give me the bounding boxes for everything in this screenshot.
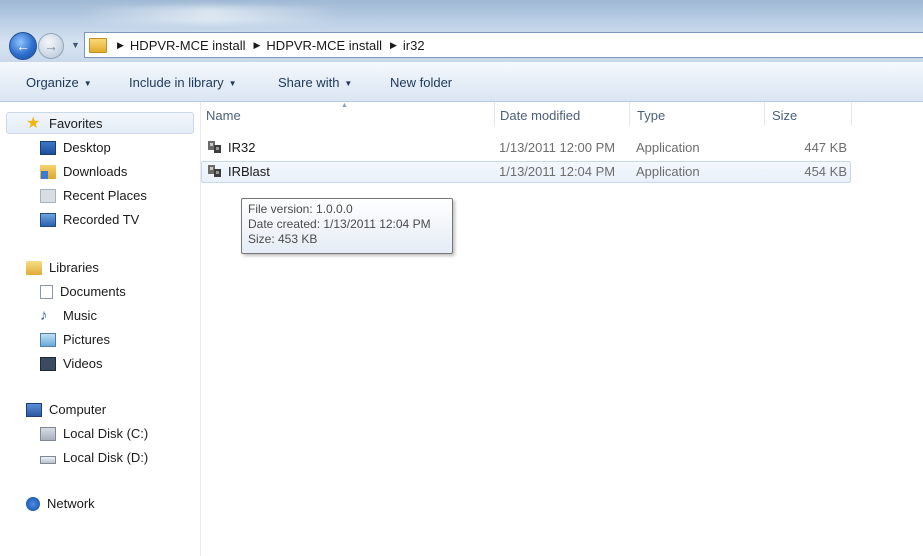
column-header-date-modified[interactable]: Date modified [500,108,580,123]
share-with-label: Share with [278,75,340,90]
nav-label: Recorded TV [63,212,140,227]
nav-recorded-tv[interactable]: Recorded TV [40,212,139,227]
file-type: Application [636,164,700,179]
nav-label: Documents [60,284,126,299]
videos-icon [40,356,56,371]
tooltip-file-version: File version: 1.0.0.0 [248,202,353,216]
nav-label: Network [47,496,95,511]
file-date-modified: 1/13/2011 12:04 PM [499,164,616,179]
nav-label: Local Disk (D:) [63,450,149,465]
chevron-down-icon: ▼ [83,79,92,89]
nav-label: Computer [49,402,107,417]
file-size: 454 KB [804,164,847,179]
file-size: 447 KB [804,140,847,155]
organize-button[interactable]: Organize ▼ [26,75,92,90]
file-date-modified: 1/13/2011 12:00 PM [499,140,616,155]
nav-documents[interactable]: Documents [40,284,126,299]
nav-label: Local Disk (C:) [63,426,149,441]
application-icon [207,139,223,155]
desktop-icon [40,140,56,155]
tooltip-size: Size: 453 KB [248,232,318,246]
nav-label: Downloads [63,164,128,179]
nav-label: Recent Places [63,188,147,203]
network-icon [26,496,40,511]
navigation-pane: ★ Favorites Desktop Downloads Recent Pla… [0,102,201,556]
organize-label: Organize [26,75,79,90]
nav-desktop[interactable]: Desktop [40,140,111,155]
new-folder-label: New folder [390,75,453,90]
nav-label: Libraries [49,260,99,275]
tv-icon [40,212,56,227]
file-type: Application [636,140,700,155]
folder-icon [89,37,107,53]
back-button[interactable]: ← [9,32,37,60]
column-divider[interactable] [629,102,630,126]
include-in-library-label: Include in library [129,75,224,90]
command-bar: Organize ▼ Include in library ▼ Share with… [0,62,923,102]
include-in-library-button[interactable]: Include in library ▼ [129,75,237,90]
breadcrumb-item[interactable]: HDPVR-MCE install [266,38,382,53]
nav-recent-places[interactable]: Recent Places [40,188,147,203]
chevron-down-icon: ▼ [344,79,353,89]
column-divider[interactable] [764,102,765,126]
system-drive-icon [40,426,56,441]
nav-local-disk-d[interactable]: Local Disk (D:) [40,450,148,465]
nav-local-disk-c[interactable]: Local Disk (C:) [40,426,148,441]
nav-music[interactable]: ♪ Music [40,306,97,324]
tooltip-date-created: Date created: 1/13/2011 12:04 PM [248,217,431,231]
table-row[interactable]: IR32 1/13/2011 12:00 PM Application 447 … [201,137,851,159]
address-bar[interactable]: ▶ HDPVR-MCE install ▶ HDPVR-MCE install … [84,32,923,58]
share-with-button[interactable]: Share with ▼ [278,75,352,90]
libraries-icon [26,260,42,275]
application-icon [207,163,223,179]
nav-label: Pictures [63,332,110,347]
forward-arrow-icon: → [44,38,58,54]
breadcrumb-item[interactable]: ir32 [403,38,425,53]
nav-libraries[interactable]: Libraries [26,260,99,275]
file-list: ▲ Name Date modified Type Size IR32 1/13… [201,102,923,556]
file-info-tooltip: File version: 1.0.0.0 Date created: 1/13… [241,198,453,254]
downloads-folder-icon [40,164,56,179]
nav-computer[interactable]: Computer [26,402,107,417]
window-titlebar: ← → ▼ ▶ HDPVR-MCE install ▶ HDPVR-MCE in… [0,0,923,62]
chevron-right-icon[interactable]: ▶ [390,40,397,51]
music-note-icon: ♪ [40,306,48,324]
table-row[interactable]: IRBlast 1/13/2011 12:04 PM Application 4… [201,161,851,183]
recent-places-icon [40,188,56,203]
computer-icon [26,402,42,417]
breadcrumb-item[interactable]: HDPVR-MCE install [130,38,246,53]
nav-downloads[interactable]: Downloads [40,164,127,179]
recent-pages-dropdown[interactable]: ▼ [71,40,80,50]
chevron-right-icon[interactable]: ▶ [117,40,124,51]
column-divider[interactable] [494,102,495,126]
nav-favorites[interactable]: ★ Favorites [26,114,103,132]
nav-network[interactable]: Network [26,496,95,511]
nav-pictures[interactable]: Pictures [40,332,110,347]
new-folder-button[interactable]: New folder [390,75,452,90]
column-header-name[interactable]: Name [206,108,241,123]
file-name: IR32 [228,140,256,155]
drive-icon [40,456,56,464]
back-arrow-icon: ← [16,38,30,54]
chevron-right-icon[interactable]: ▶ [254,40,261,51]
nav-label: Videos [63,356,103,371]
star-icon: ★ [26,114,41,132]
forward-button[interactable]: → [38,33,64,59]
chevron-down-icon: ▼ [228,79,237,89]
column-header-type[interactable]: Type [637,108,665,123]
nav-label: Desktop [63,140,111,155]
nav-videos[interactable]: Videos [40,356,103,371]
pictures-icon [40,332,56,347]
column-divider[interactable] [851,102,852,126]
file-name: IRBlast [228,164,270,179]
sort-ascending-icon: ▲ [341,102,348,109]
documents-icon [40,284,53,299]
column-header-size[interactable]: Size [772,108,797,123]
nav-label: Favorites [49,116,103,131]
nav-label: Music [63,308,97,323]
